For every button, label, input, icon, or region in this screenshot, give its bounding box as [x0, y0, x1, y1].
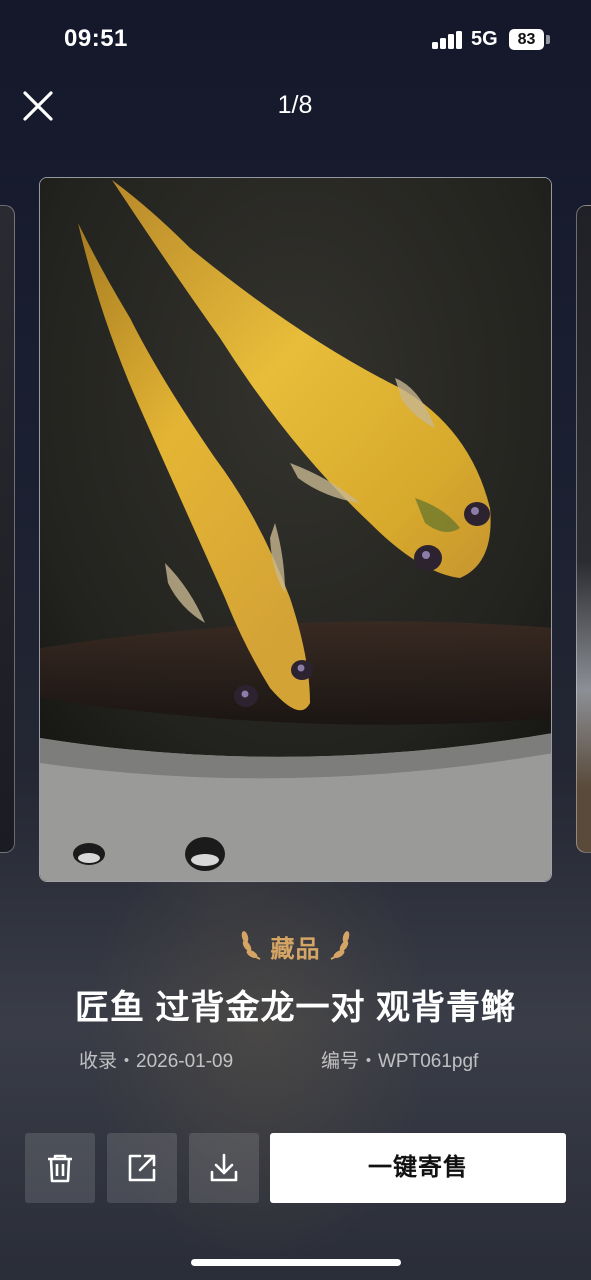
badge-label: 藏品	[270, 936, 321, 963]
download-button[interactable]	[189, 1133, 259, 1203]
collection-badge: 藏品	[200, 925, 391, 963]
serial-number: 编号・WPT061pgf	[321, 1051, 479, 1072]
delete-button[interactable]	[25, 1133, 95, 1203]
laurel-right-icon	[330, 931, 350, 960]
trash-icon	[48, 1154, 72, 1183]
status-time: 09:51	[64, 25, 128, 52]
signal-icon	[432, 31, 462, 49]
item-photo	[39, 177, 552, 882]
consign-button[interactable]: 一键寄售	[270, 1133, 566, 1203]
share-button[interactable]	[107, 1133, 177, 1203]
collected-date: 收录・2026-01-09	[79, 1051, 234, 1072]
battery-tip	[546, 35, 550, 44]
next-image-peek[interactable]	[576, 205, 591, 853]
network-type: 5G	[471, 28, 498, 50]
previous-image-peek[interactable]	[0, 205, 15, 853]
battery-icon: 83	[509, 29, 544, 50]
download-icon	[210, 1153, 238, 1182]
status-bar: 09:51 5G 83	[0, 0, 591, 80]
close-button[interactable]	[20, 88, 56, 124]
home-indicator	[191, 1259, 401, 1266]
item-title: 匠鱼 过背金龙一对 观背青鳉	[75, 989, 516, 1027]
close-icon	[23, 91, 53, 121]
external-link-icon	[128, 1154, 156, 1182]
image-counter: 1/8	[277, 91, 313, 119]
